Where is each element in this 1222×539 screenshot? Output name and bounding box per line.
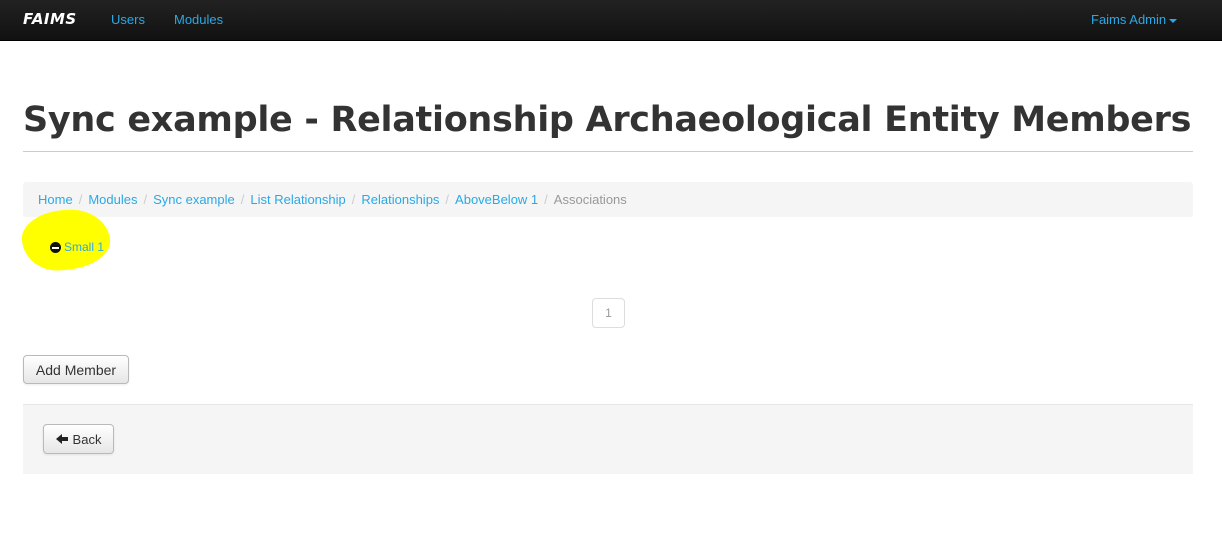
member-link[interactable]: Small 1 (64, 240, 104, 254)
breadcrumb-separator: / (143, 192, 148, 207)
breadcrumb-separator: / (78, 192, 83, 207)
list-item: Small 1 (50, 240, 104, 254)
nav-users-link[interactable]: Users (111, 12, 145, 27)
caret-down-icon (1169, 18, 1178, 23)
breadcrumb-separator: / (351, 192, 356, 207)
breadcrumb-relationships[interactable]: Relationships (361, 192, 439, 207)
pagination-page-1[interactable]: 1 (592, 298, 625, 328)
form-actions-bar (23, 404, 1193, 474)
arrow-left-icon (55, 434, 68, 444)
brand-logo[interactable]: FAIMS (23, 10, 77, 28)
add-member-button[interactable]: Add Member (23, 355, 129, 384)
breadcrumb-current: Associations (553, 192, 627, 207)
breadcrumb-list-relationship[interactable]: List Relationship (250, 192, 345, 207)
back-button[interactable]: Back (43, 424, 114, 454)
top-navbar: FAIMS Users Modules Faims Admin (0, 0, 1222, 41)
nav-modules-link[interactable]: Modules (174, 12, 223, 27)
page-title: Sync example - Relationship Archaeologic… (23, 100, 1192, 140)
breadcrumb-modules[interactable]: Modules (88, 192, 137, 207)
breadcrumb-module[interactable]: Sync example (153, 192, 235, 207)
breadcrumb-separator: / (544, 192, 548, 207)
title-divider (23, 151, 1193, 152)
user-menu-dropdown[interactable]: Faims Admin (1091, 12, 1178, 27)
back-button-label: Back (72, 431, 102, 447)
breadcrumb-separator: / (240, 192, 245, 207)
user-menu-label: Faims Admin (1091, 12, 1167, 27)
remove-member-icon[interactable] (50, 241, 61, 253)
breadcrumb-separator: / (445, 192, 450, 207)
breadcrumb-home[interactable]: Home (38, 192, 73, 207)
breadcrumb: Home / Modules / Sync example / List Rel… (23, 182, 1193, 217)
breadcrumb-relationship-item[interactable]: AboveBelow 1 (455, 192, 538, 207)
